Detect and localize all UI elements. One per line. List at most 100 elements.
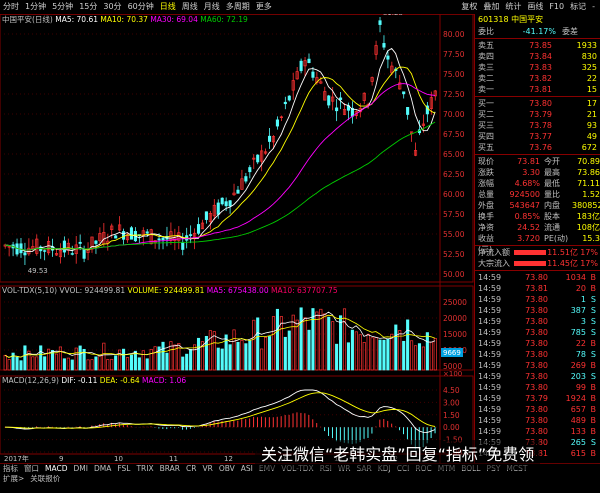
period-tab-5[interactable]: 60分钟 (125, 0, 157, 14)
tick-row[interactable]: 14:59 73.80 203 S (475, 371, 600, 382)
period-tab-3[interactable]: 15分 (76, 0, 100, 14)
tick-side: B (590, 284, 597, 293)
tick-row[interactable]: 14:59 73.80 3 S (475, 316, 600, 327)
volume-bar (331, 321, 335, 371)
volume-bar (43, 356, 47, 371)
tick-row[interactable]: 14:59 73.80 133 B (475, 426, 600, 437)
indicator-tab-5[interactable]: FSL (114, 464, 133, 474)
period-tab-1[interactable]: 1分钟 (22, 0, 49, 14)
indicator-tab-1[interactable]: 窗口 (21, 464, 42, 474)
tick-row[interactable]: 14:59 73.79 1924 B (475, 393, 600, 404)
tick-list[interactable]: 14:59 73.80 1034 B 14:59 73.81 20 B 14:59 73.80 1 S… (475, 272, 600, 459)
volume-bar (382, 339, 386, 371)
tick-time: 14:59 (478, 273, 502, 282)
period-toolbar: 分时 1分钟 5分钟 15分 30分 60分钟 日线 周线 月线 多周期 更多 复权 叠加 统计 画线 F1… (0, 0, 600, 15)
tick-side: S (590, 295, 596, 304)
period-tab-6[interactable]: 日线 (157, 0, 179, 14)
ext-tab-1[interactable]: 关联报价 (27, 474, 63, 484)
period-tab-9[interactable]: 多周期 (223, 0, 253, 14)
ma5-label: MA5: 70.61 (55, 15, 99, 24)
quote-panel: 601318 中国平安 委比 -41.17% 委差 卖五 73.85 1933 卖四 7… (475, 14, 600, 463)
dif-line (4, 389, 436, 433)
tool-button-4[interactable]: F10 (546, 0, 567, 14)
tick-row[interactable]: 14:59 73.81 20 B (475, 283, 600, 294)
tick-price: 73.80 (525, 427, 548, 436)
indicator-tab-2[interactable]: MACD (42, 464, 70, 474)
indicator-tab-8[interactable]: CR (183, 464, 199, 474)
candle-body (129, 227, 134, 240)
buy-volume: 17 (586, 99, 597, 108)
tick-row[interactable]: 14:59 73.80 1034 B (475, 272, 600, 283)
tick-price: 73.80 (525, 273, 548, 282)
flow-value: 11.45亿 (547, 259, 578, 268)
tool-button-3[interactable]: 画线 (524, 0, 546, 14)
tick-price: 73.80 (525, 361, 548, 370)
tick-row[interactable]: 14:59 73.80 1 S (475, 294, 600, 305)
kline-chart-svg[interactable]: 80.00 77.50 75.00 72.50 70.00 67.50 65.00 62.50… (0, 14, 474, 463)
stat-value: 71.11 (577, 179, 600, 188)
indicator-tab-0[interactable]: 指标 (0, 464, 21, 474)
tick-side: B (590, 361, 597, 370)
volume-bar (240, 339, 244, 371)
sell-price: 73.84 (529, 52, 552, 61)
dea-line (5, 392, 436, 429)
stat-label: 总量 (478, 190, 494, 199)
tool-button-1[interactable]: 叠加 (480, 0, 502, 14)
buy-label: 买五 (478, 143, 494, 152)
tick-row[interactable]: 14:59 73.80 387 S (475, 305, 600, 316)
volume-bar (417, 343, 422, 371)
tick-row[interactable]: 14:59 73.80 489 B (475, 415, 600, 426)
tick-volume: 1 (580, 295, 586, 304)
indicator-tab-9[interactable]: VR (199, 464, 215, 474)
period-tab-2[interactable]: 5分钟 (49, 0, 76, 14)
tick-volume: 387 (570, 306, 586, 315)
period-tab-4[interactable]: 30分 (100, 0, 124, 14)
candle-body (19, 243, 23, 254)
sell-row: 卖四 73.84 830 (475, 51, 600, 62)
tool-button-5[interactable]: 标记 (567, 0, 589, 14)
flow-value: 11.51亿 (547, 248, 578, 257)
period-tab-0[interactable]: 分时 (0, 0, 22, 14)
tick-side: B (590, 416, 597, 425)
flow-bar (514, 261, 546, 266)
tick-row[interactable]: 14:59 73.80 657 B (475, 404, 600, 415)
tick-row[interactable]: 14:59 73.80 99 B (475, 382, 600, 393)
period-tab-8[interactable]: 月线 (201, 0, 223, 14)
volume-tick-label: 15000 (443, 330, 467, 339)
extension-row: 扩展> 关联报价 (0, 474, 600, 484)
chart-area[interactable]: 80.00 77.50 75.00 72.50 70.00 67.50 65.00 62.50… (0, 14, 475, 463)
indicator-tab-3[interactable]: DMI (70, 464, 90, 474)
candle-body (157, 238, 161, 241)
candle-body (382, 43, 386, 48)
date-tick-label: 2017年 (4, 454, 29, 463)
ma60-line (4, 121, 436, 251)
volume-bar (114, 355, 118, 371)
stat-row: 涨幅 4.68% 最低 71.11 (475, 178, 600, 189)
weicha-label: 委差 (562, 27, 578, 36)
tick-row[interactable]: 14:59 73.80 785 S (475, 327, 600, 338)
candle-body (378, 20, 382, 25)
flow-bar (514, 250, 546, 255)
indicator-tab-7[interactable]: BRAR (157, 464, 183, 474)
tool-button-0[interactable]: 复权 (458, 0, 480, 14)
tool-button-2[interactable]: 统计 (502, 0, 524, 14)
ext-tab-0[interactable]: 扩展> (0, 474, 27, 484)
volume-bar (271, 316, 276, 371)
sell-row: 卖二 73.82 22 (475, 73, 600, 84)
indicator-tab-11[interactable]: ASI (238, 464, 256, 474)
tick-price: 73.80 (525, 372, 548, 381)
period-tab-10[interactable]: 更多 (253, 0, 275, 14)
candle-body (256, 154, 260, 163)
indicator-tab-6[interactable]: TRIX (133, 464, 156, 474)
indicator-tab-4[interactable]: DMA (91, 464, 114, 474)
tick-row[interactable]: 14:59 73.80 269 B (475, 360, 600, 371)
period-tab-7[interactable]: 周线 (179, 0, 201, 14)
buy-book: 买一 73.80 17 买二 73.79 21 买三 73.78 93 买四 73.77 49 买五 73… (475, 98, 600, 153)
volume-bar (264, 336, 268, 371)
tool-button-6[interactable]: - (589, 0, 598, 14)
promo-text-4: “指标” (437, 445, 487, 464)
tick-row[interactable]: 14:59 73.80 78 S (475, 349, 600, 360)
stat-value: 73.81 (517, 157, 540, 166)
tick-row[interactable]: 14:59 73.80 22 B (475, 338, 600, 349)
indicator-tab-10[interactable]: OBV (216, 464, 238, 474)
